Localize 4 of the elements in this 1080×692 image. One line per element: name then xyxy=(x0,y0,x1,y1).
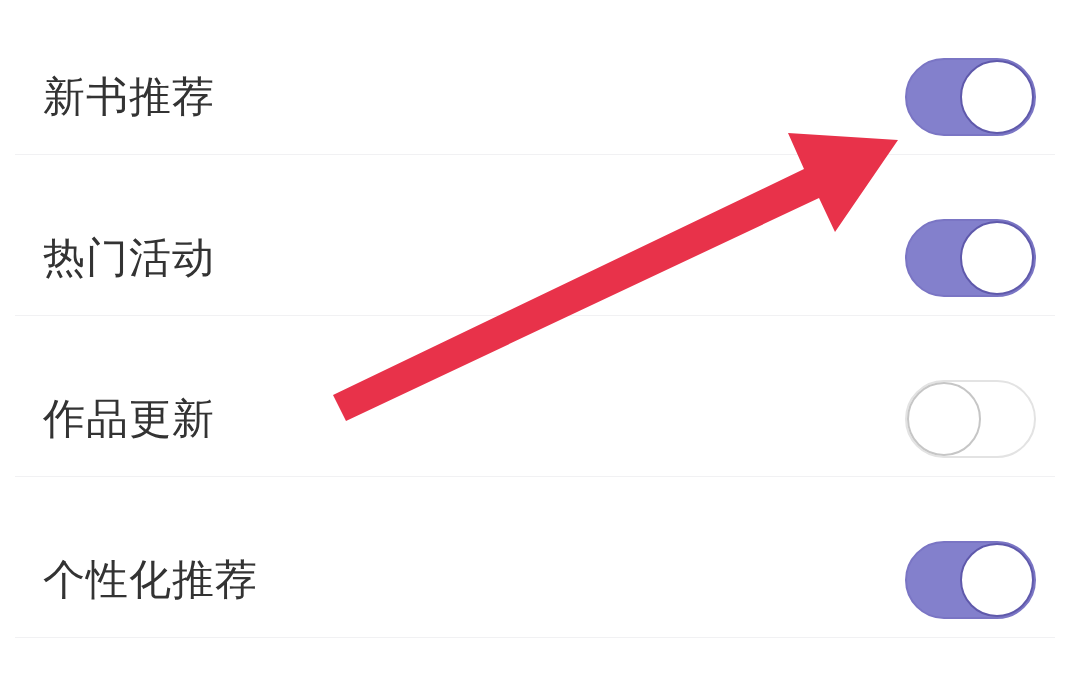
setting-label: 热门活动 xyxy=(43,232,215,284)
setting-label: 新书推荐 xyxy=(43,71,215,123)
setting-label: 作品更新 xyxy=(43,393,215,445)
setting-label: 个性化推荐 xyxy=(43,554,258,606)
